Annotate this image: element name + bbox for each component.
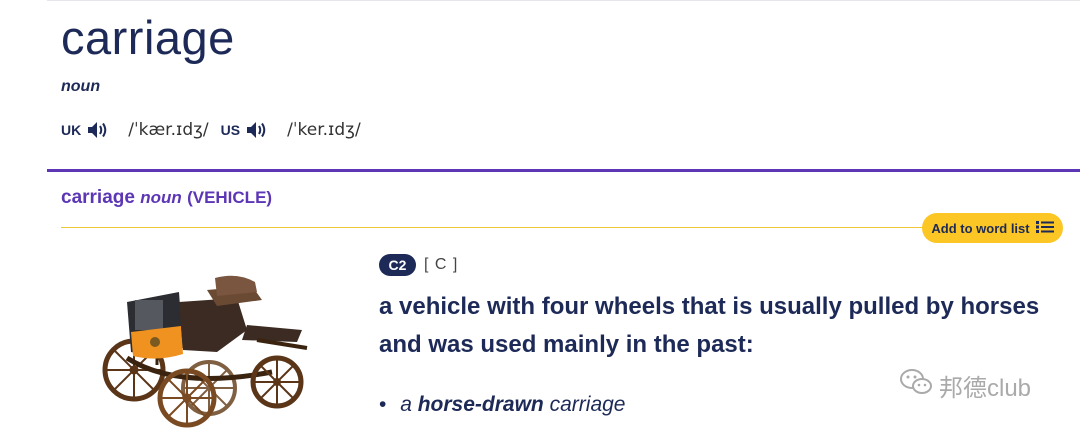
speaker-icon[interactable] <box>245 119 269 141</box>
pronunciation-row: UK /ˈkær.ɪdʒ/ US /ˈker.ɪdʒ/ <box>61 116 361 144</box>
part-of-speech: noun <box>61 78 101 95</box>
section-divider <box>47 169 1080 172</box>
pron-ipa-uk: /ˈkær.ɪdʒ/ <box>128 120 209 140</box>
grammar-code: [ C ] <box>424 256 459 273</box>
pron-ipa-us: /ˈker.ɪdʒ/ <box>287 120 361 140</box>
carriage-image <box>97 270 312 435</box>
watermark-text: 邦德club <box>939 375 1032 402</box>
example-prefix: a <box>400 393 412 416</box>
watermark: 邦德club <box>899 368 1031 403</box>
definition: a vehicle with four wheels that is usual… <box>379 293 1040 358</box>
sense-pos: noun <box>140 188 182 207</box>
pron-region-uk: UK <box>61 122 82 138</box>
sense-divider <box>61 227 931 228</box>
add-to-word-list-button[interactable]: Add to word list <box>922 213 1063 243</box>
example-suffix: carriage <box>549 393 626 416</box>
wechat-icon <box>899 368 933 403</box>
example-collocation: horse-drawn <box>417 393 544 416</box>
pron-region-us: US <box>220 122 241 138</box>
level-badge: C2 <box>379 254 416 276</box>
example-sentence: • a horse-drawn carriage <box>379 393 626 416</box>
headword: carriage <box>61 11 235 64</box>
sense-guideword: (VEHICLE) <box>187 188 273 207</box>
add-to-word-list-label: Add to word list <box>931 220 1030 236</box>
sense-headword: carriage <box>61 187 135 208</box>
list-icon <box>1035 220 1054 237</box>
speaker-icon[interactable] <box>86 119 110 141</box>
sense-heading: carriage noun (VEHICLE) <box>61 187 272 209</box>
top-divider <box>47 0 1080 1</box>
